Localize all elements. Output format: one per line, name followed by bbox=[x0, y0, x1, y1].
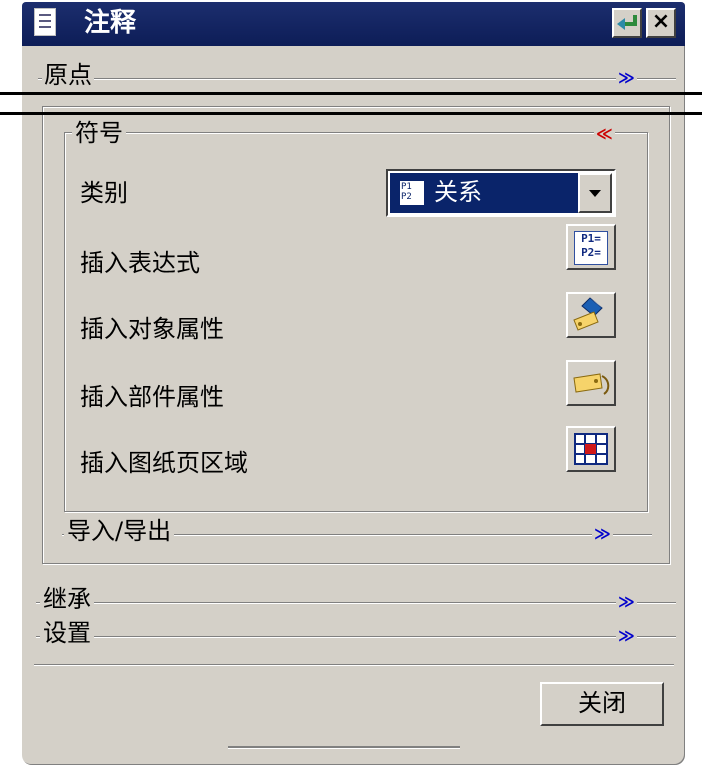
resize-grip[interactable] bbox=[228, 746, 460, 749]
title-bar[interactable]: 注释 × bbox=[22, 2, 685, 46]
inherit-divider bbox=[36, 602, 676, 604]
part-attribute-tag-icon bbox=[573, 373, 610, 395]
insert-object-attribute-button[interactable] bbox=[566, 292, 616, 338]
section-origin[interactable]: 原点 bbox=[42, 60, 94, 90]
insert-object-attribute-label: 插入对象属性 bbox=[80, 315, 224, 343]
drawing-sheet-zone-icon bbox=[574, 433, 608, 465]
dialog-icon bbox=[34, 8, 56, 36]
insert-part-attribute-button[interactable] bbox=[566, 360, 616, 406]
settings-divider bbox=[36, 636, 676, 638]
category-label: 类别 bbox=[80, 179, 128, 207]
insert-sheet-zone-button[interactable] bbox=[566, 426, 616, 472]
back-arrow-icon[interactable] bbox=[612, 8, 642, 38]
annotation-dialog: 注释 × 原点 ≫ 符号 ≪ 类别 P1 P2 关系 插入表达式 P1= P2= … bbox=[22, 2, 685, 765]
insert-expression-button[interactable]: P1= P2= bbox=[566, 224, 616, 270]
chevron-down-icon[interactable]: ≫ bbox=[592, 526, 613, 542]
section-settings[interactable]: 设置 bbox=[40, 618, 94, 648]
chevron-down-icon[interactable]: ≫ bbox=[616, 594, 637, 610]
insert-sheet-zone-label: 插入图纸页区域 bbox=[80, 449, 248, 477]
overlay-line-top bbox=[0, 92, 702, 95]
section-inherit[interactable]: 继承 bbox=[40, 584, 94, 614]
insert-part-attribute-label: 插入部件属性 bbox=[80, 383, 224, 411]
origin-divider bbox=[38, 78, 676, 80]
footer-divider bbox=[34, 664, 674, 666]
overlay-line-bottom bbox=[0, 112, 702, 115]
chevron-down-icon[interactable]: ≫ bbox=[616, 628, 637, 644]
dropdown-arrow-icon[interactable] bbox=[578, 173, 612, 213]
dialog-title: 注释 bbox=[84, 8, 137, 38]
category-select[interactable]: P1 P2 关系 bbox=[386, 169, 616, 217]
close-icon[interactable]: × bbox=[646, 8, 676, 38]
relation-icon: P1 P2 bbox=[400, 181, 424, 205]
section-import-export[interactable]: 导入/导出 bbox=[64, 516, 175, 546]
expression-text-1: P1= bbox=[581, 232, 601, 245]
insert-expression-label: 插入表达式 bbox=[80, 249, 200, 277]
close-button-label: 关闭 bbox=[578, 689, 626, 717]
expression-text-2: P2= bbox=[581, 246, 601, 259]
category-value: 关系 bbox=[434, 178, 482, 206]
object-attribute-tag-icon bbox=[573, 297, 603, 331]
section-symbol[interactable]: 符号 bbox=[72, 118, 126, 148]
close-button[interactable]: 关闭 bbox=[540, 682, 664, 726]
chevron-down-icon[interactable]: ≫ bbox=[616, 70, 637, 86]
expression-icon: P1= P2= bbox=[574, 231, 608, 265]
chevron-up-icon[interactable]: ≪ bbox=[594, 126, 615, 142]
